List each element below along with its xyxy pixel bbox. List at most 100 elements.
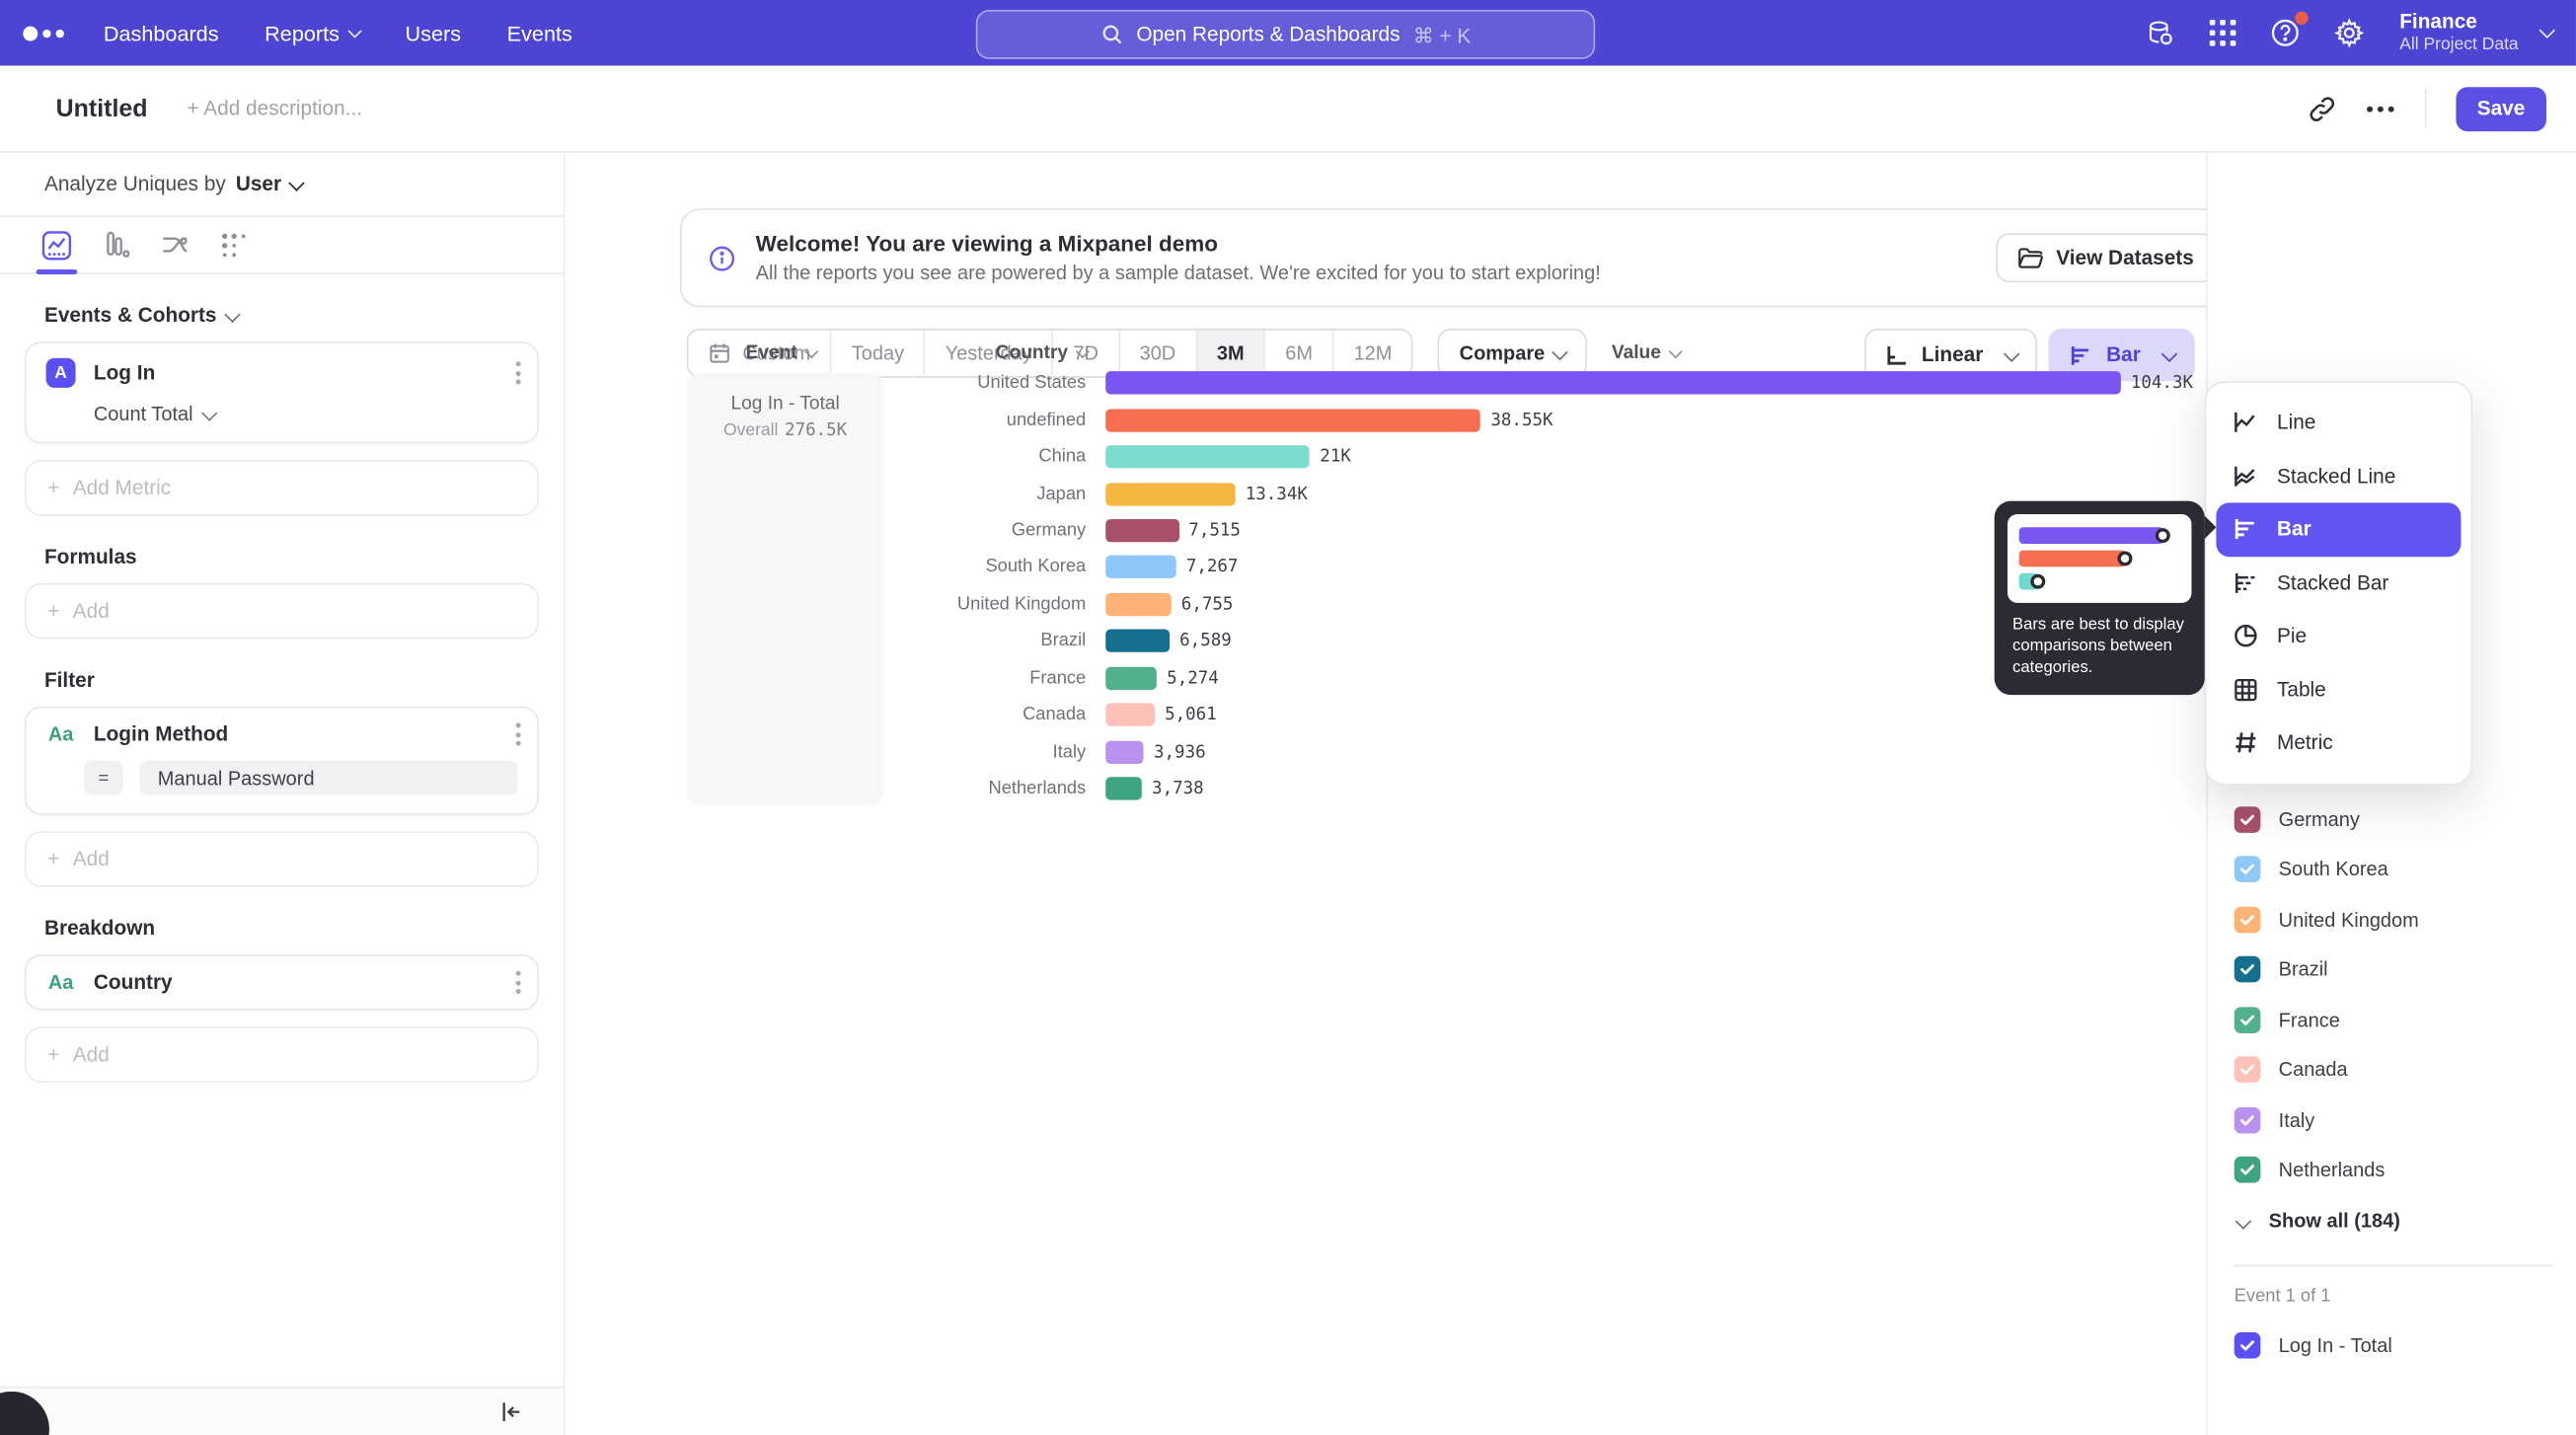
help-icon[interactable] — [2268, 17, 2301, 49]
value-bar[interactable] — [1105, 483, 1236, 505]
filter-operator-chip[interactable]: = — [84, 761, 123, 795]
bar-icon — [2233, 516, 2259, 543]
project-scope: All Project Data — [2399, 37, 2518, 55]
aggregation-dropdown[interactable]: Count Total — [27, 403, 538, 442]
value-bar[interactable] — [1105, 445, 1310, 468]
value-bar[interactable] — [1105, 593, 1172, 616]
metric-event-name[interactable]: Log In — [94, 361, 155, 384]
banner-title: Welcome! You are viewing a Mixpanel demo — [756, 232, 1601, 257]
copy-link-icon[interactable] — [2308, 95, 2335, 122]
legend-item-netherlands[interactable]: Netherlands — [2235, 1145, 2560, 1195]
legend-label: Canada — [2279, 1058, 2348, 1081]
column-header-country[interactable]: Country — [996, 343, 1088, 363]
menu-item-line[interactable]: Line — [2216, 396, 2461, 449]
legend-item-canada[interactable]: Canada — [2235, 1045, 2560, 1095]
events-cohorts-heading[interactable]: Events & Cohorts — [44, 304, 539, 327]
legend-item-germany[interactable]: Germany — [2235, 794, 2560, 845]
legend-item-france[interactable]: France — [2235, 995, 2560, 1045]
value-bar[interactable] — [1105, 519, 1178, 542]
value-bar[interactable] — [1105, 556, 1176, 578]
legend-item-united-kingdom[interactable]: United Kingdom — [2235, 894, 2560, 944]
analyze-label: Analyze Uniques by — [44, 173, 226, 195]
stacked-line-icon — [2233, 463, 2259, 490]
value-label: 6,589 — [1179, 632, 1232, 651]
legend-checkbox[interactable] — [2235, 1157, 2261, 1183]
breakdown-card: Aa Country — [25, 954, 539, 1011]
value-bar[interactable] — [1105, 630, 1170, 652]
legend-label: Log In - Total — [2279, 1333, 2392, 1356]
value-bar[interactable] — [1105, 666, 1157, 689]
country-label: United States — [566, 373, 1087, 393]
legend-checkbox[interactable] — [2235, 1331, 2261, 1358]
tab-retention[interactable] — [218, 230, 250, 272]
legend-checkbox[interactable] — [2235, 1057, 2261, 1084]
chevron-down-icon — [289, 175, 305, 190]
value-bar[interactable] — [1105, 372, 2121, 395]
value-label: 5,274 — [1167, 668, 1219, 688]
value-bar[interactable] — [1105, 704, 1155, 726]
legend-item-south-korea[interactable]: South Korea — [2235, 845, 2560, 895]
filter-property-name[interactable]: Login Method — [94, 722, 228, 745]
view-datasets-button[interactable]: View Datasets — [1996, 233, 2216, 282]
menu-item-stacked-line[interactable]: Stacked Line — [2216, 449, 2461, 502]
save-button[interactable]: Save — [2456, 86, 2546, 130]
search-input[interactable]: Open Reports & Dashboards ⌘ + K — [976, 10, 1596, 59]
legend-item-italy[interactable]: Italy — [2235, 1095, 2560, 1145]
metric-card: A Log In Count Total — [25, 341, 539, 443]
breakdown-property-name[interactable]: Country — [94, 971, 173, 994]
legend-checkbox[interactable] — [2235, 857, 2261, 883]
filter-value-chip[interactable]: Manual Password — [139, 761, 517, 795]
tab-funnels[interactable] — [101, 230, 132, 272]
value-bar[interactable] — [1105, 740, 1144, 763]
tooltip-bar — [2019, 573, 2039, 589]
analyze-unit-dropdown[interactable]: User — [236, 173, 303, 195]
legend-checkbox[interactable] — [2235, 1007, 2261, 1033]
report-title[interactable]: Untitled — [56, 95, 148, 122]
value-bar[interactable] — [1105, 409, 1480, 431]
settings-gear-icon[interactable] — [2332, 17, 2365, 49]
country-label: undefined — [566, 411, 1087, 430]
column-header-event[interactable]: Event — [746, 343, 817, 363]
menu-item-metric[interactable]: Metric — [2216, 717, 2461, 770]
nav-item-reports[interactable]: Reports — [265, 21, 359, 45]
nav-item-events[interactable]: Events — [507, 21, 572, 45]
tooltip-bar — [2019, 551, 2126, 566]
apps-grid-icon[interactable] — [2207, 18, 2236, 47]
country-label: Brazil — [566, 632, 1087, 651]
tab-insights[interactable] — [41, 230, 73, 272]
show-all-toggle[interactable]: Show all (184) — [2235, 1195, 2560, 1246]
menu-item-pie[interactable]: Pie — [2216, 610, 2461, 663]
kebab-menu-icon[interactable] — [516, 722, 521, 745]
collapse-sidebar-icon[interactable] — [499, 1399, 524, 1424]
legend-checkbox[interactable] — [2235, 956, 2261, 983]
project-switcher[interactable]: Finance All Project Data — [2399, 11, 2552, 55]
menu-item-bar[interactable]: Bar — [2216, 502, 2461, 556]
project-name: Finance — [2399, 11, 2518, 37]
nav-item-users[interactable]: Users — [406, 21, 462, 45]
add-breakdown-button[interactable]: +Add — [25, 1026, 539, 1083]
kebab-menu-icon[interactable] — [516, 971, 521, 994]
menu-item-stacked-bar[interactable]: Stacked Bar — [2216, 556, 2461, 609]
add-metric-button[interactable]: +Add Metric — [25, 460, 539, 516]
legend-item-brazil[interactable]: Brazil — [2235, 944, 2560, 995]
add-description-field[interactable]: + Add description... — [187, 97, 362, 119]
data-management-icon[interactable] — [2144, 17, 2176, 49]
legend-event-item[interactable]: Log In - Total — [2235, 1320, 2560, 1370]
tab-flows[interactable] — [159, 230, 190, 272]
legend-checkbox[interactable] — [2235, 806, 2261, 833]
legend-checkbox[interactable] — [2235, 1106, 2261, 1133]
add-formula-button[interactable]: +Add — [25, 583, 539, 640]
kebab-menu-icon[interactable] — [516, 361, 521, 384]
nav-item-dashboards[interactable]: Dashboards — [104, 21, 219, 45]
nav-item-label: Dashboards — [104, 21, 219, 45]
more-options-icon[interactable] — [2366, 105, 2395, 113]
column-header-value[interactable]: Value — [1612, 343, 1681, 363]
range-label: 3M — [1217, 341, 1245, 364]
mixpanel-logo-icon[interactable] — [23, 26, 64, 40]
add-filter-button[interactable]: +Add — [25, 831, 539, 887]
menu-item-table[interactable]: Table — [2216, 663, 2461, 717]
metric-letter-badge: A — [46, 358, 76, 388]
legend-items: JapanGermanySouth KoreaUnited KingdomBra… — [2235, 744, 2560, 1370]
value-bar[interactable] — [1105, 777, 1142, 799]
legend-checkbox[interactable] — [2235, 906, 2261, 933]
